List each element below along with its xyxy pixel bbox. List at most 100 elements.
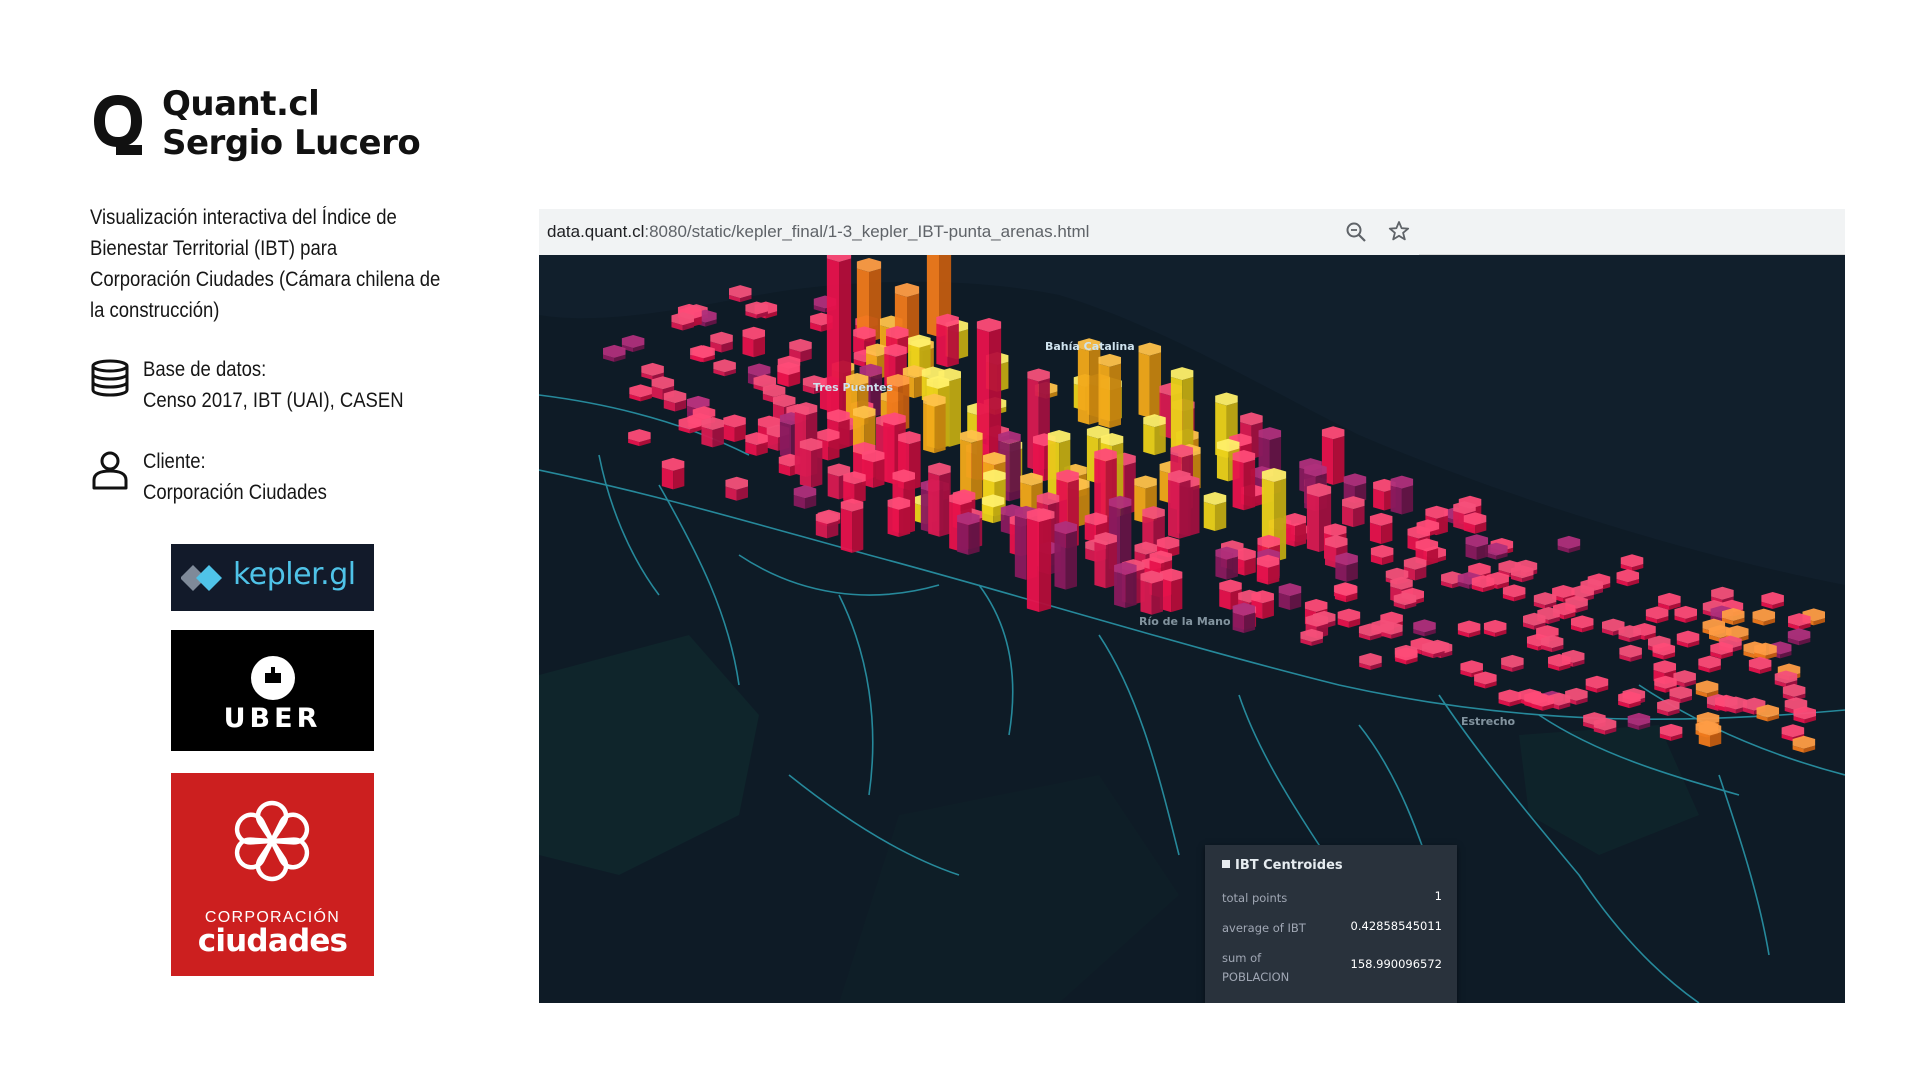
hexbin-bar: [1465, 534, 1489, 560]
hexbin-bar: [1593, 717, 1617, 735]
hexbin-bar: [713, 359, 736, 377]
place-label-rio: Río de la Mano: [1139, 615, 1231, 628]
database-value: Censo 2017, IBT (UAI), CASEN: [143, 389, 404, 412]
tooltip-value: 0.42858545011: [1350, 919, 1442, 933]
hexbin-bar: [1337, 608, 1361, 628]
uber-mark-icon: [251, 656, 295, 700]
hexbin-side: [873, 458, 885, 488]
hexbin-bar: [1793, 706, 1817, 724]
hexbin-bar: [1380, 621, 1403, 639]
hexbin-bar: [887, 496, 911, 537]
hexbin-bar: [815, 511, 839, 539]
hexbin-bar: [1620, 554, 1644, 572]
hexbin-bar: [663, 390, 687, 412]
hexbin-side: [1009, 440, 1021, 502]
hexbin-side: [949, 377, 961, 447]
hexbin-side: [1168, 479, 1180, 539]
hexbin-bar: [1548, 653, 1571, 671]
hexbin-side: [1232, 612, 1244, 633]
hexbin-bar: [1422, 641, 1445, 659]
hexbin-side: [1381, 522, 1393, 544]
hexbin-bar: [678, 416, 702, 434]
hexbin-bar: [745, 301, 768, 319]
hexbin-side: [1342, 505, 1354, 528]
ciudades-text: ciudades: [197, 923, 348, 959]
hexbin-side: [1214, 501, 1227, 532]
hexbin-side: [968, 521, 980, 555]
corporacion-ciudades-logo: CORPORACIÓN ciudades: [171, 773, 374, 976]
hexbin-bar: [1501, 654, 1524, 672]
hexbin-3d-layer[interactable]: [539, 255, 1845, 1003]
hexbin-side: [840, 508, 853, 553]
hexbin-bar: [728, 285, 752, 303]
hexbin-bar: [1657, 699, 1680, 717]
hexbin-side: [1140, 580, 1152, 615]
hexbin-side: [1149, 352, 1162, 418]
hexbin-bar: [701, 416, 724, 448]
hexbin-side: [1453, 510, 1465, 531]
place-label-estrecho: Estrecho: [1461, 715, 1516, 728]
hexbin-bar: [1659, 723, 1683, 741]
hexbin-side: [957, 521, 969, 555]
url-text[interactable]: data.quant.cl:8080/static/kepler_final/1…: [547, 222, 1089, 242]
hexbin-bar: [799, 438, 823, 488]
hexbin-side: [828, 438, 840, 461]
uber-logo: UBER: [171, 630, 374, 751]
hexbin-side: [923, 403, 935, 454]
hexbin-bar: [1203, 492, 1227, 532]
hexbin-side: [1401, 485, 1414, 515]
hexbin-side: [936, 323, 948, 368]
hexbin-side: [898, 506, 911, 537]
hexbin-side: [827, 473, 839, 500]
hexbin-side: [1170, 376, 1183, 455]
hexbin-bar: [1359, 653, 1382, 671]
hexbin-bar: [1278, 583, 1302, 610]
hexbin-bar: [1143, 414, 1166, 456]
hexbin-bar: [1094, 532, 1117, 589]
hexbin-bar: [1395, 647, 1418, 665]
hexbin-bar: [1463, 512, 1487, 534]
hexbin-bar: [1502, 584, 1526, 602]
url-host: data.quant.cl: [547, 222, 645, 241]
address-bar[interactable]: data.quant.cl:8080/static/kepler_final/1…: [539, 209, 1845, 255]
browser-screenshot: data.quant.cl:8080/static/kepler_final/1…: [539, 209, 1845, 1003]
url-field[interactable]: data.quant.cl:8080/static/kepler_final/1…: [539, 209, 1419, 255]
hexbin-side: [1039, 518, 1052, 612]
magnifier-icon[interactable]: [1345, 221, 1367, 243]
hexbin-bar: [1300, 628, 1323, 646]
hexbin-side: [1373, 488, 1385, 511]
database-text: Base de datos: Censo 2017, IBT (UAI), CA…: [143, 354, 404, 416]
hexbin-side: [928, 472, 940, 537]
hexbin-bar: [1645, 606, 1669, 624]
hexbin-bar: [1390, 475, 1414, 515]
hexbin-bar: [1676, 630, 1700, 648]
hexbin-bar: [1748, 656, 1772, 674]
hexbin-bar: [1787, 628, 1811, 646]
hexbin-side: [1065, 530, 1077, 590]
brand: Quant.cl Sergio Lucero: [90, 85, 430, 165]
hexbin-side: [742, 336, 754, 358]
database-label: Base de datos:: [143, 358, 267, 381]
kepler-map[interactable]: Bahía Catalina Tres Puentes Río de la Ma…: [539, 255, 1845, 1003]
hexbin-bar: [629, 384, 652, 402]
hexbin-bar: [1342, 496, 1365, 528]
kepler-diamond-icon: [181, 565, 222, 591]
hexbin-side: [1306, 493, 1319, 552]
hexbin-bar: [1232, 602, 1256, 633]
hexbin-bar: [1756, 704, 1780, 722]
star-icon[interactable]: [1388, 220, 1410, 242]
hexbin-bar: [957, 512, 980, 555]
hexbin-bar: [1627, 712, 1651, 730]
hexbin-side: [779, 421, 792, 459]
hexbin-bar: [1168, 469, 1191, 539]
hexbin-bar: [1618, 625, 1642, 643]
hexbin-bar: [1788, 613, 1811, 631]
hexbin-side: [1094, 541, 1106, 589]
hexbin-side: [1114, 571, 1126, 608]
hexbin-bar: [1138, 342, 1162, 418]
hexbin-bar: [603, 344, 626, 362]
hexbin-bar: [1483, 619, 1507, 637]
hexbin-bar: [1471, 575, 1495, 593]
hexbin-bar: [628, 429, 651, 447]
hexbin-bar: [1140, 570, 1163, 615]
